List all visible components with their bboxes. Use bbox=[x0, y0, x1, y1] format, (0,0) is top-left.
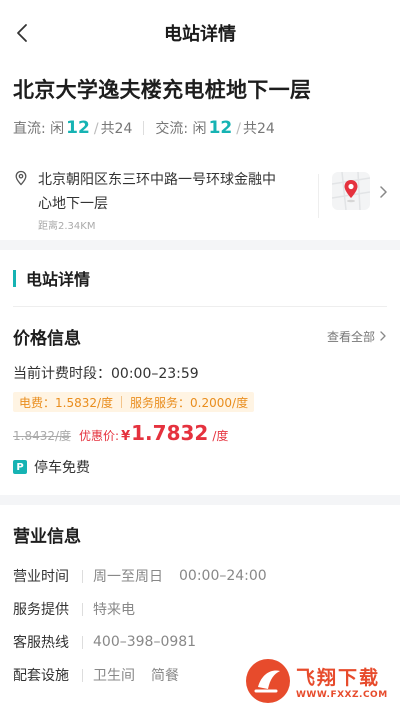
top-nav-bar: 电站详情 bbox=[0, 0, 400, 66]
fee-divider bbox=[121, 396, 123, 408]
section-gap bbox=[0, 495, 400, 505]
site-watermark: 飞翔下载 WWW.FXXZ.COM bbox=[246, 656, 394, 706]
address-text: 北京朝阳区东三环中路一号环球金融中 心地下一层 距离2.34KM bbox=[38, 168, 298, 232]
watermark-cn: 飞翔下载 bbox=[296, 666, 381, 689]
hours-label: 营业时间 bbox=[13, 569, 69, 585]
section-title: 电站详情 bbox=[26, 270, 91, 289]
ac-free-count: 12 bbox=[208, 118, 233, 138]
chevron-right-icon bbox=[380, 331, 386, 341]
row-divider bbox=[82, 602, 83, 616]
back-arrow-icon[interactable] bbox=[12, 22, 34, 44]
parking-info: P 停车免费 bbox=[13, 457, 387, 477]
electricity-fee: 电费：1.5832/度 bbox=[19, 395, 114, 410]
hotline-row[interactable]: 客服热线 400–398–0981 bbox=[13, 629, 387, 655]
hotline-label: 客服热线 bbox=[13, 635, 69, 651]
section-gap bbox=[0, 240, 400, 250]
watermark-text: 飞翔下载 WWW.FXXZ.COM bbox=[296, 663, 388, 700]
page-title: 电站详情 bbox=[164, 24, 236, 45]
dc-count: 直流: 闲 12 / 共24 bbox=[13, 118, 132, 138]
address-line-1: 北京朝阳区东三环中路一号环球金融中 bbox=[38, 172, 276, 188]
station-summary: 北京大学逸夫楼充电桩地下一层 直流: 闲 12 / 共24 交流: 闲 12 /… bbox=[0, 66, 400, 138]
facility-meal: 简餐 bbox=[151, 668, 179, 684]
original-price: 1.8432/度 bbox=[13, 429, 72, 443]
accent-bar bbox=[13, 269, 16, 287]
hours-row: 营业时间 周一至周日 00:00–24:00 bbox=[13, 563, 387, 589]
view-all-link[interactable]: 查看全部 bbox=[327, 328, 387, 345]
view-all-label: 查看全部 bbox=[326, 329, 375, 344]
price-row: 1.8432/度 优惠价: ¥ 1.7832 /度 bbox=[13, 421, 387, 445]
watermark-logo-icon bbox=[246, 659, 290, 703]
ac-label: 交流: 闲 bbox=[155, 121, 207, 137]
chevron-right-icon[interactable] bbox=[378, 185, 390, 199]
row-divider bbox=[82, 569, 83, 583]
hours-days: 周一至周日 bbox=[93, 569, 163, 585]
business-info-title: 营业信息 bbox=[13, 526, 81, 547]
hotline-number[interactable]: 400–398–0981 bbox=[93, 634, 196, 650]
currency-symbol: ¥ bbox=[121, 429, 131, 444]
station-name: 北京大学逸夫楼充电桩地下一层 bbox=[13, 78, 312, 102]
provider-row: 服务提供 特来电 bbox=[13, 596, 387, 622]
dc-free-count: 12 bbox=[66, 118, 90, 138]
charger-counts: 直流: 闲 12 / 共24 交流: 闲 12 / 共24 bbox=[13, 118, 387, 138]
row-divider bbox=[82, 635, 83, 649]
price-info-title: 价格信息 bbox=[13, 328, 81, 349]
billing-period: 当前计费时段：00:00–23:59 bbox=[13, 366, 199, 382]
count-divider bbox=[143, 121, 145, 135]
fee-breakdown-tag: 电费：1.5832/度 服务服务：0.2000/度 bbox=[13, 392, 255, 412]
map-thumbnail[interactable] bbox=[332, 172, 370, 210]
slash-divider: / bbox=[236, 121, 241, 137]
slash-divider: / bbox=[93, 121, 99, 137]
provider-label: 服务提供 bbox=[13, 602, 69, 618]
location-pin-icon bbox=[15, 170, 27, 186]
map-marker-icon bbox=[332, 172, 370, 210]
service-fee: 服务服务：0.2000/度 bbox=[130, 395, 249, 410]
watermark-en: WWW.FXXZ.COM bbox=[296, 689, 388, 700]
parking-icon: P bbox=[13, 460, 27, 474]
price-info-header: 价格信息 查看全部 bbox=[13, 307, 387, 365]
station-detail-header: 电站详情 bbox=[0, 250, 400, 306]
dc-label: 直流: 闲 bbox=[13, 121, 65, 137]
provider-value: 特来电 bbox=[93, 602, 135, 618]
hours-time: 00:00–24:00 bbox=[179, 568, 267, 584]
facilities-label: 配套设施 bbox=[13, 668, 69, 684]
address-divider bbox=[318, 174, 319, 218]
ac-count: 交流: 闲 12 / 共24 bbox=[155, 118, 274, 138]
price-unit: /度 bbox=[212, 429, 229, 443]
parking-text: 停车免费 bbox=[34, 460, 90, 476]
ac-total-count: 共24 bbox=[242, 121, 275, 137]
business-info-header: 营业信息 bbox=[13, 505, 387, 563]
distance-label: 距离2.34KM bbox=[38, 221, 96, 232]
address-row[interactable]: 北京朝阳区东三环中路一号环球金融中 心地下一层 距离2.34KM bbox=[0, 152, 400, 240]
price-info-block: 价格信息 查看全部 当前计费时段：00:00–23:59 电费：1.5832/度… bbox=[0, 307, 400, 477]
discount-price: 1.7832 bbox=[131, 421, 209, 445]
address-line-2: 心地下一层 bbox=[38, 196, 108, 212]
dc-total-count: 共24 bbox=[100, 121, 133, 137]
row-divider bbox=[82, 668, 83, 682]
facility-restroom: 卫生间 bbox=[93, 668, 135, 684]
discount-label: 优惠价: bbox=[79, 429, 120, 443]
